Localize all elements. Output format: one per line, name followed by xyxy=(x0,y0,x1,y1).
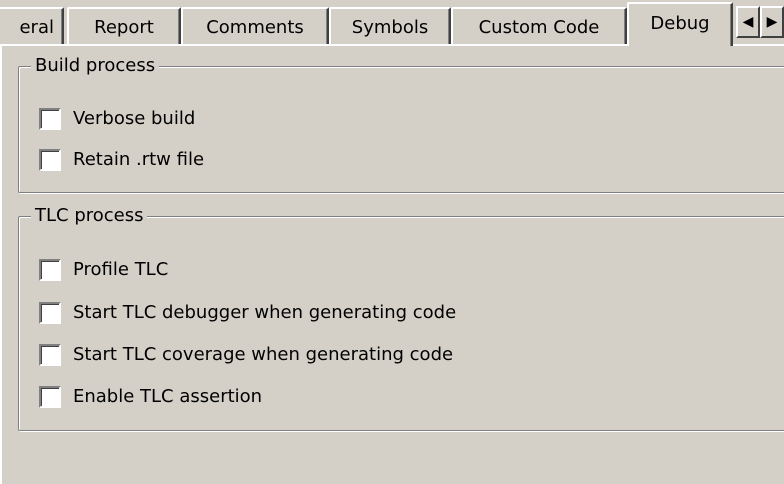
tab-custom-code-label: Custom Code xyxy=(478,16,600,38)
tab-scroll-left-button[interactable]: ◀ xyxy=(736,6,760,38)
tab-report-label: Report xyxy=(94,16,154,38)
tab-comments[interactable]: Comments xyxy=(181,7,329,45)
arrow-left-icon: ◀ xyxy=(742,14,754,30)
tab-general[interactable]: eral xyxy=(0,7,64,45)
tab-scroll-buttons: ◀ ▶ xyxy=(736,6,784,38)
arrow-right-icon: ▶ xyxy=(766,14,778,30)
tab-strip: eral Report Comments Symbols Custom Code… xyxy=(0,0,784,46)
tab-symbols[interactable]: Symbols xyxy=(329,7,451,45)
tab-debug-label: Debug xyxy=(650,12,710,34)
tab-debug[interactable]: Debug xyxy=(627,2,733,46)
debug-tab-panel xyxy=(0,44,784,484)
tab-general-label: eral xyxy=(19,16,54,38)
tab-report[interactable]: Report xyxy=(67,7,181,45)
tab-comments-label: Comments xyxy=(206,16,304,38)
tab-scroll-right-button[interactable]: ▶ xyxy=(760,6,784,38)
tab-custom-code[interactable]: Custom Code xyxy=(451,7,627,45)
tab-symbols-label: Symbols xyxy=(351,16,429,38)
